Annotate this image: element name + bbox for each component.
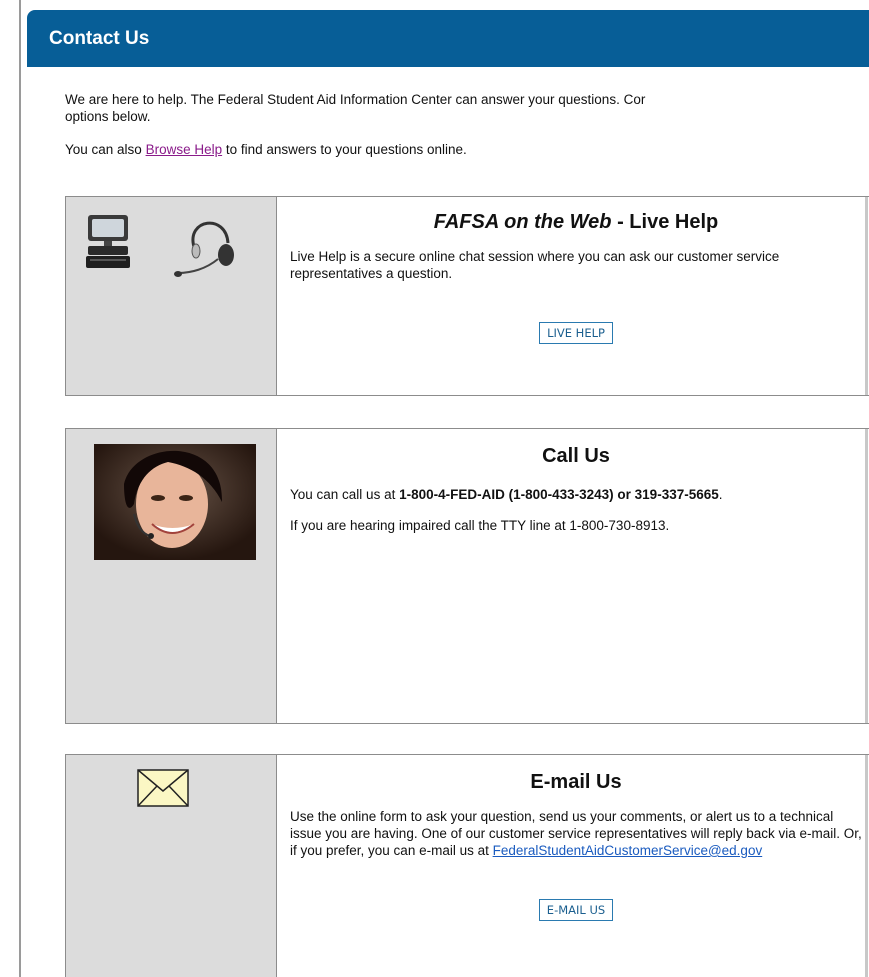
call-us-phone-text: You can call us at 1-800-4-FED-AID (1-80… (290, 486, 862, 503)
page-title: Contact Us (49, 27, 150, 49)
live-help-content: FAFSA on the Web - Live Help Live Help i… (278, 197, 869, 395)
email-us-description: Use the online form to ask your question… (290, 808, 862, 859)
card-edge (865, 755, 868, 977)
intro-text-line2: options below. (65, 109, 151, 124)
intro-text-line1: We are here to help. The Federal Student… (65, 92, 646, 107)
email-us-icon-cell (66, 755, 277, 977)
contact-us-panel: Contact Us We are here to help. The Fede… (27, 10, 869, 977)
browse-prefix: You can also (65, 142, 146, 157)
representative-photo-icon (94, 444, 256, 560)
call-us-prefix: You can call us at (290, 487, 400, 502)
envelope-icon (137, 769, 189, 807)
call-us-title: Call Us (542, 445, 610, 467)
call-us-phone-numbers: 1-800-4-FED-AID (1-800-433-3243) or 319-… (399, 487, 719, 502)
email-us-title: E-mail Us (530, 771, 622, 793)
panel-header: Contact Us (27, 10, 869, 67)
email-us-content: E-mail Us Use the online form to ask you… (278, 755, 869, 977)
email-us-card: E-mail Us Use the online form to ask you… (65, 754, 869, 977)
window-left-border (19, 0, 21, 977)
call-us-content: Call Us You can call us at 1-800-4-FED-A… (278, 429, 869, 723)
email-address-link[interactable]: FederalStudentAidCustomerService@ed.gov (493, 843, 763, 858)
intro-section: We are here to help. The Federal Student… (27, 67, 869, 158)
card-edge (865, 429, 868, 723)
live-help-description: Live Help is a secure online chat sessio… (290, 249, 780, 281)
call-us-photo-cell (66, 429, 277, 723)
live-help-card: FAFSA on the Web - Live Help Live Help i… (65, 196, 869, 396)
call-us-card: Call Us You can call us at 1-800-4-FED-A… (65, 428, 869, 724)
live-help-title-italic: FAFSA on the Web (433, 211, 612, 233)
call-us-tty-text: If you are hearing impaired call the TTY… (290, 518, 670, 533)
live-help-button[interactable]: LIVE HELP (539, 322, 613, 344)
browse-help-sentence: You can also Browse Help to find answers… (65, 141, 869, 158)
call-us-suffix: . (718, 487, 723, 502)
live-help-title: FAFSA on the Web - Live Help (290, 211, 862, 234)
live-help-title-rest: - Live Help (611, 211, 719, 233)
live-help-icon-cell (66, 197, 277, 395)
browse-suffix: to find answers to your questions online… (222, 142, 467, 157)
card-edge (865, 197, 868, 395)
computer-headset-icon (86, 215, 234, 277)
browse-help-link[interactable]: Browse Help (146, 142, 223, 157)
email-us-button[interactable]: E-MAIL US (538, 899, 614, 921)
